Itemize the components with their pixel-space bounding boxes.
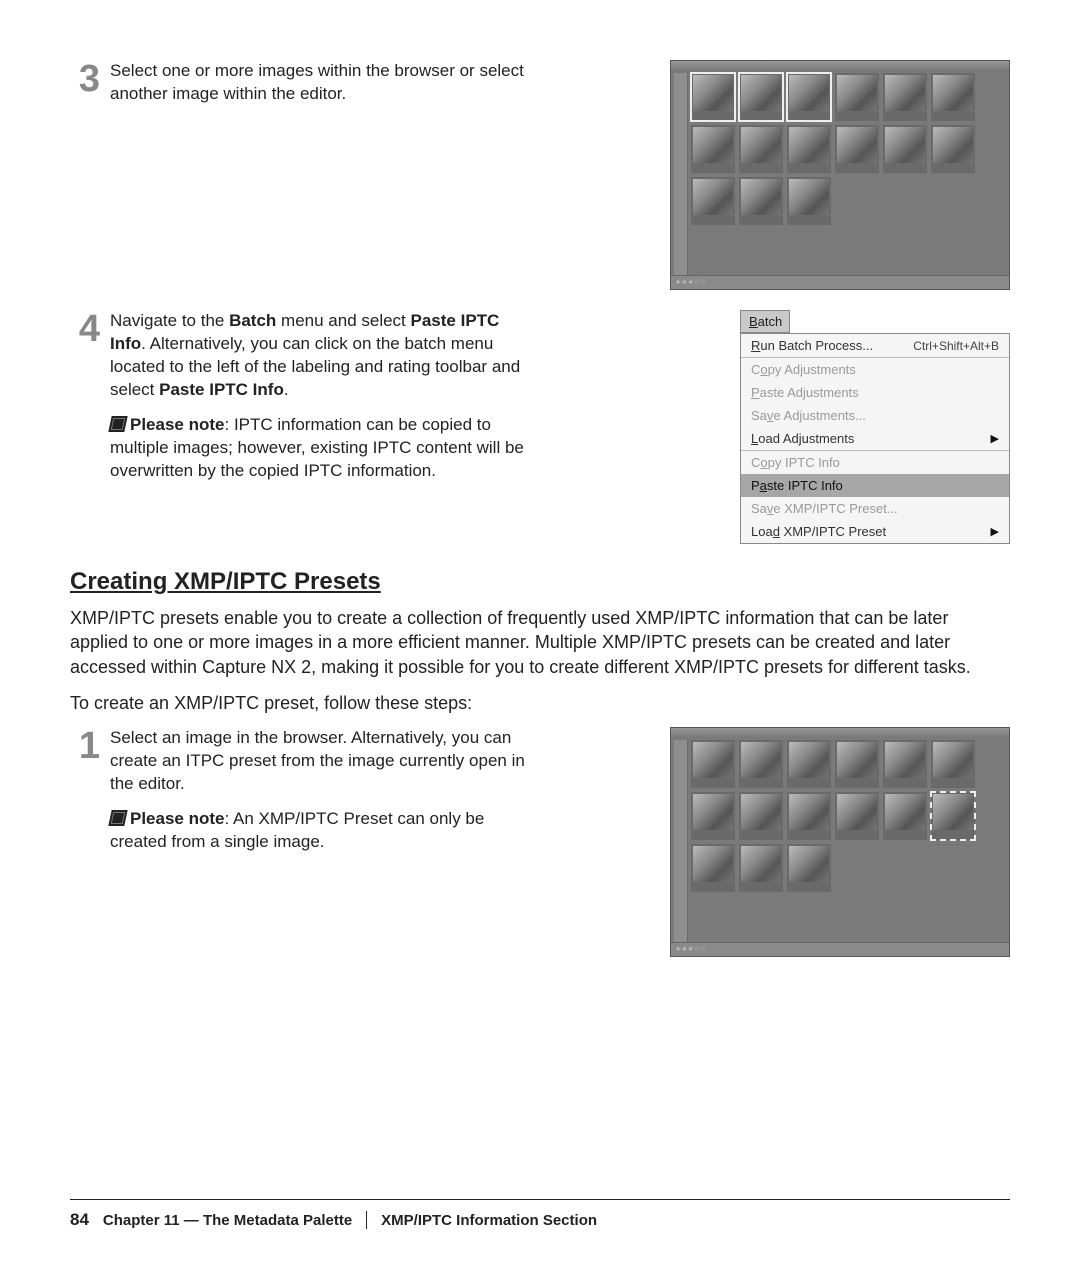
step4-note: Please note: IPTC information can be cop… (110, 414, 530, 483)
page-footer: 84 Chapter 11 — The Metadata Palette XMP… (70, 1199, 1010, 1230)
section-heading-creating-presets: Creating XMP/IPTC Presets (70, 568, 1010, 596)
note-icon (108, 416, 127, 432)
step-number-4: 4 (70, 310, 100, 348)
step4-text: Navigate to the Batch menu and select Pa… (110, 310, 530, 483)
menu-item-paste-iptc-info: Paste IPTC Info (741, 474, 1009, 497)
footer-section: XMP/IPTC Information Section (381, 1212, 597, 1229)
screenshot-browser-multi-select: ★★★☆☆ (670, 60, 1010, 290)
step-number-1b: 1 (70, 727, 100, 765)
menu-item-load-adjustments: Load Adjustments▶ (741, 427, 1009, 450)
menu-item-run-batch-process: Run Batch Process...Ctrl+Shift+Alt+B (741, 334, 1009, 357)
section-para-2: To create an XMP/IPTC preset, follow the… (70, 691, 1010, 715)
step1b-note: Please note: An XMP/IPTC Preset can only… (110, 808, 530, 854)
screenshot-batch-menu: Batch Run Batch Process...Ctrl+Shift+Alt… (740, 310, 1010, 544)
menu-item-save-xmp-iptc-preset: Save XMP/IPTC Preset... (741, 497, 1009, 520)
menu-item-save-adjustments: Save Adjustments... (741, 404, 1009, 427)
section-para-1: XMP/IPTC presets enable you to create a … (70, 606, 1010, 679)
page-number: 84 (70, 1210, 89, 1230)
step3-text: Select one or more images within the bro… (110, 60, 530, 106)
menu-item-copy-adjustments: Copy Adjustments (741, 357, 1009, 381)
footer-separator (366, 1211, 367, 1229)
screenshot-browser-single-select: ★★★☆☆ (670, 727, 1010, 957)
menu-header-batch: Batch (740, 310, 790, 333)
step1b-text: Select an image in the browser. Alternat… (110, 727, 530, 854)
menu-item-copy-iptc-info: Copy IPTC Info (741, 450, 1009, 474)
menu-item-paste-adjustments: Paste Adjustments (741, 381, 1009, 404)
step-number-3: 3 (70, 60, 100, 98)
note-icon (108, 810, 127, 826)
footer-chapter: Chapter 11 — The Metadata Palette (103, 1212, 352, 1229)
menu-item-load-xmp-iptc-preset: Load XMP/IPTC Preset▶ (741, 520, 1009, 543)
